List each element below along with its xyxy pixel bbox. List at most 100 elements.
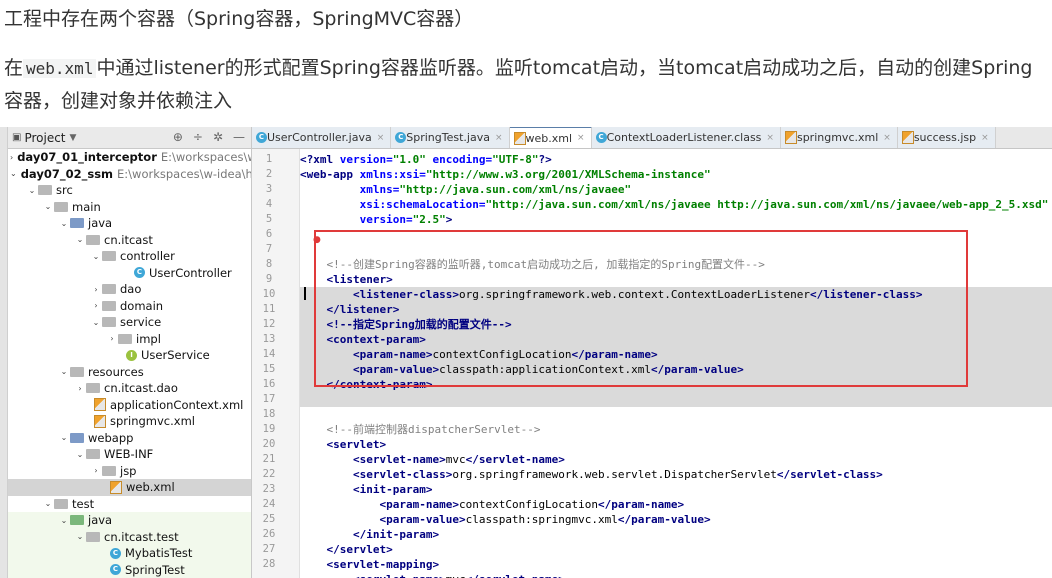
- close-icon[interactable]: ×: [766, 133, 774, 143]
- tree-item[interactable]: › day07_01_interceptorE:\workspaces\w-ide: [8, 149, 251, 166]
- tree-item[interactable]: ⌄ webapp: [8, 430, 251, 447]
- expand-arrow-icon[interactable]: ⌄: [74, 235, 86, 244]
- expand-arrow-icon[interactable]: ›: [106, 334, 118, 343]
- hide-icon[interactable]: —: [233, 130, 245, 144]
- project-title[interactable]: Project: [24, 131, 65, 145]
- tree-item[interactable]: › dao: [8, 281, 251, 298]
- tree-item[interactable]: ⌄ WEB-INF: [8, 446, 251, 463]
- folder-icon: [86, 531, 100, 542]
- code-line: <param-name>contextConfigLocation</param…: [300, 347, 1052, 362]
- tree-item-label: cn.itcast.test: [104, 529, 179, 544]
- close-icon[interactable]: ×: [981, 133, 989, 143]
- code-token: "http://java.sun.com/xml/ns/javaee": [399, 183, 632, 196]
- code-line: </context-param>: [300, 377, 1052, 392]
- tab-label: ContextLoaderListener.class: [606, 131, 762, 144]
- tree-item[interactable]: ⌄ service: [8, 314, 251, 331]
- expand-arrow-icon[interactable]: ⌄: [58, 516, 70, 525]
- editor-tab[interactable]: springmvc.xml ×: [780, 127, 898, 148]
- tree-item[interactable]: ⌄day07_02_ssmE:\workspaces\w-idea\heima: [8, 166, 251, 183]
- close-icon[interactable]: ×: [377, 133, 385, 143]
- tree-item[interactable]: ⌄ cn.itcast: [8, 232, 251, 249]
- expand-arrow-icon[interactable]: ⌄: [42, 202, 54, 211]
- tree-item[interactable]: C MybatisTest: [8, 545, 251, 562]
- tool-window-strip[interactable]: [0, 127, 8, 578]
- tree-item-label: webapp: [88, 430, 134, 445]
- expand-arrow-icon[interactable]: ⌄: [58, 219, 70, 228]
- code-line: <?xml version="1.0" encoding="UTF-8"?>: [300, 152, 1052, 167]
- tree-item[interactable]: I UserService: [8, 347, 251, 364]
- tree-item-label: src: [56, 183, 73, 198]
- code-token: <listener>: [326, 273, 393, 286]
- expand-arrow-icon[interactable]: ⌄: [90, 318, 102, 327]
- tree-item[interactable]: ⌄ main: [8, 199, 251, 216]
- expand-arrow-icon[interactable]: ⌄: [42, 499, 54, 508]
- line-number: 2: [265, 168, 273, 180]
- editor-tab[interactable]: C ContextLoaderListener.class ×: [591, 127, 781, 148]
- expand-arrow-icon[interactable]: ›: [74, 384, 86, 393]
- tree-item-label: applicationContext.xml: [110, 397, 244, 412]
- tree-item[interactable]: applicationContext.xml: [8, 397, 251, 414]
- project-panel-header[interactable]: ▣ Project ▼ ⊕ ÷ ✲ —: [8, 127, 251, 149]
- code-token: xmlns:xsi=: [359, 168, 426, 181]
- tree-item[interactable]: › impl: [8, 331, 251, 348]
- tree-item[interactable]: ⌄ java: [8, 512, 251, 529]
- close-icon[interactable]: ×: [495, 133, 503, 143]
- expand-arrow-icon[interactable]: ⌄: [90, 252, 102, 261]
- expand-arrow-icon[interactable]: ›: [10, 153, 13, 162]
- expand-arrow-icon[interactable]: ⌄: [58, 367, 70, 376]
- tree-item[interactable]: ⌄ java: [8, 215, 251, 232]
- close-icon[interactable]: ×: [883, 133, 891, 143]
- expand-arrow-icon[interactable]: ⌄: [58, 433, 70, 442]
- tree-item[interactable]: ⌄ test: [8, 496, 251, 513]
- expand-arrow-icon[interactable]: ›: [90, 301, 102, 310]
- tree-item[interactable]: web.xml: [8, 479, 251, 496]
- expand-arrow-icon[interactable]: ⌄: [74, 532, 86, 541]
- editor-tab[interactable]: C SpringTest.java ×: [391, 127, 510, 148]
- expand-arrow-icon[interactable]: ›: [90, 466, 102, 475]
- tree-item[interactable]: C SpringTest: [8, 561, 251, 578]
- ide-window: ▣ Project ▼ ⊕ ÷ ✲ — › day07_01_intercepto…: [0, 127, 1052, 578]
- chevron-down-icon[interactable]: ▼: [70, 133, 77, 143]
- tree-item[interactable]: › jsp: [8, 463, 251, 480]
- code-token: version=: [359, 213, 413, 226]
- folder-icon: [86, 234, 100, 245]
- folder-icon: [38, 185, 52, 196]
- tree-item-label: cn.itcast.dao: [104, 381, 178, 396]
- folder-icon: [102, 465, 116, 476]
- xml-file-icon: [513, 131, 526, 145]
- xml-file-icon: [901, 131, 914, 144]
- code-area[interactable]: <?xml version="1.0" encoding="UTF-8"?> <w…: [300, 149, 1052, 578]
- collapse-icon[interactable]: ÷: [193, 130, 203, 144]
- tree-item[interactable]: ⌄ resources: [8, 364, 251, 381]
- close-icon[interactable]: ×: [577, 133, 585, 143]
- tree-item[interactable]: C UserController: [8, 265, 251, 282]
- gear-icon[interactable]: ✲: [213, 130, 223, 144]
- fold-marker-icon[interactable]: ●: [313, 235, 321, 245]
- tree-item-label: MybatisTest: [125, 546, 193, 561]
- folder-icon: [102, 284, 116, 295]
- line-number: 24: [262, 498, 276, 510]
- tree-item-label: resources: [88, 364, 144, 379]
- tree-item[interactable]: ⌄ cn.itcast.test: [8, 528, 251, 545]
- expand-arrow-icon[interactable]: ›: [90, 285, 102, 294]
- expand-arrow-icon[interactable]: ⌄: [74, 450, 86, 459]
- tree-item[interactable]: › cn.itcast.dao: [8, 380, 251, 397]
- code-line: <init-param>: [300, 482, 1052, 497]
- editor-tab[interactable]: success.jsp ×: [897, 127, 996, 148]
- tree-item[interactable]: › domain: [8, 298, 251, 315]
- locate-icon[interactable]: ⊕: [173, 130, 183, 144]
- expand-arrow-icon[interactable]: ⌄: [10, 169, 17, 178]
- editor-tab[interactable]: web.xml ×: [509, 127, 592, 148]
- tree-item[interactable]: springmvc.xml: [8, 413, 251, 430]
- expand-arrow-icon[interactable]: ⌄: [26, 186, 38, 195]
- tree-item[interactable]: ⌄ src: [8, 182, 251, 199]
- editor-tab[interactable]: C UserController.java ×: [252, 127, 392, 148]
- line-number: 10: [262, 288, 276, 300]
- tree-item[interactable]: ⌄ controller: [8, 248, 251, 265]
